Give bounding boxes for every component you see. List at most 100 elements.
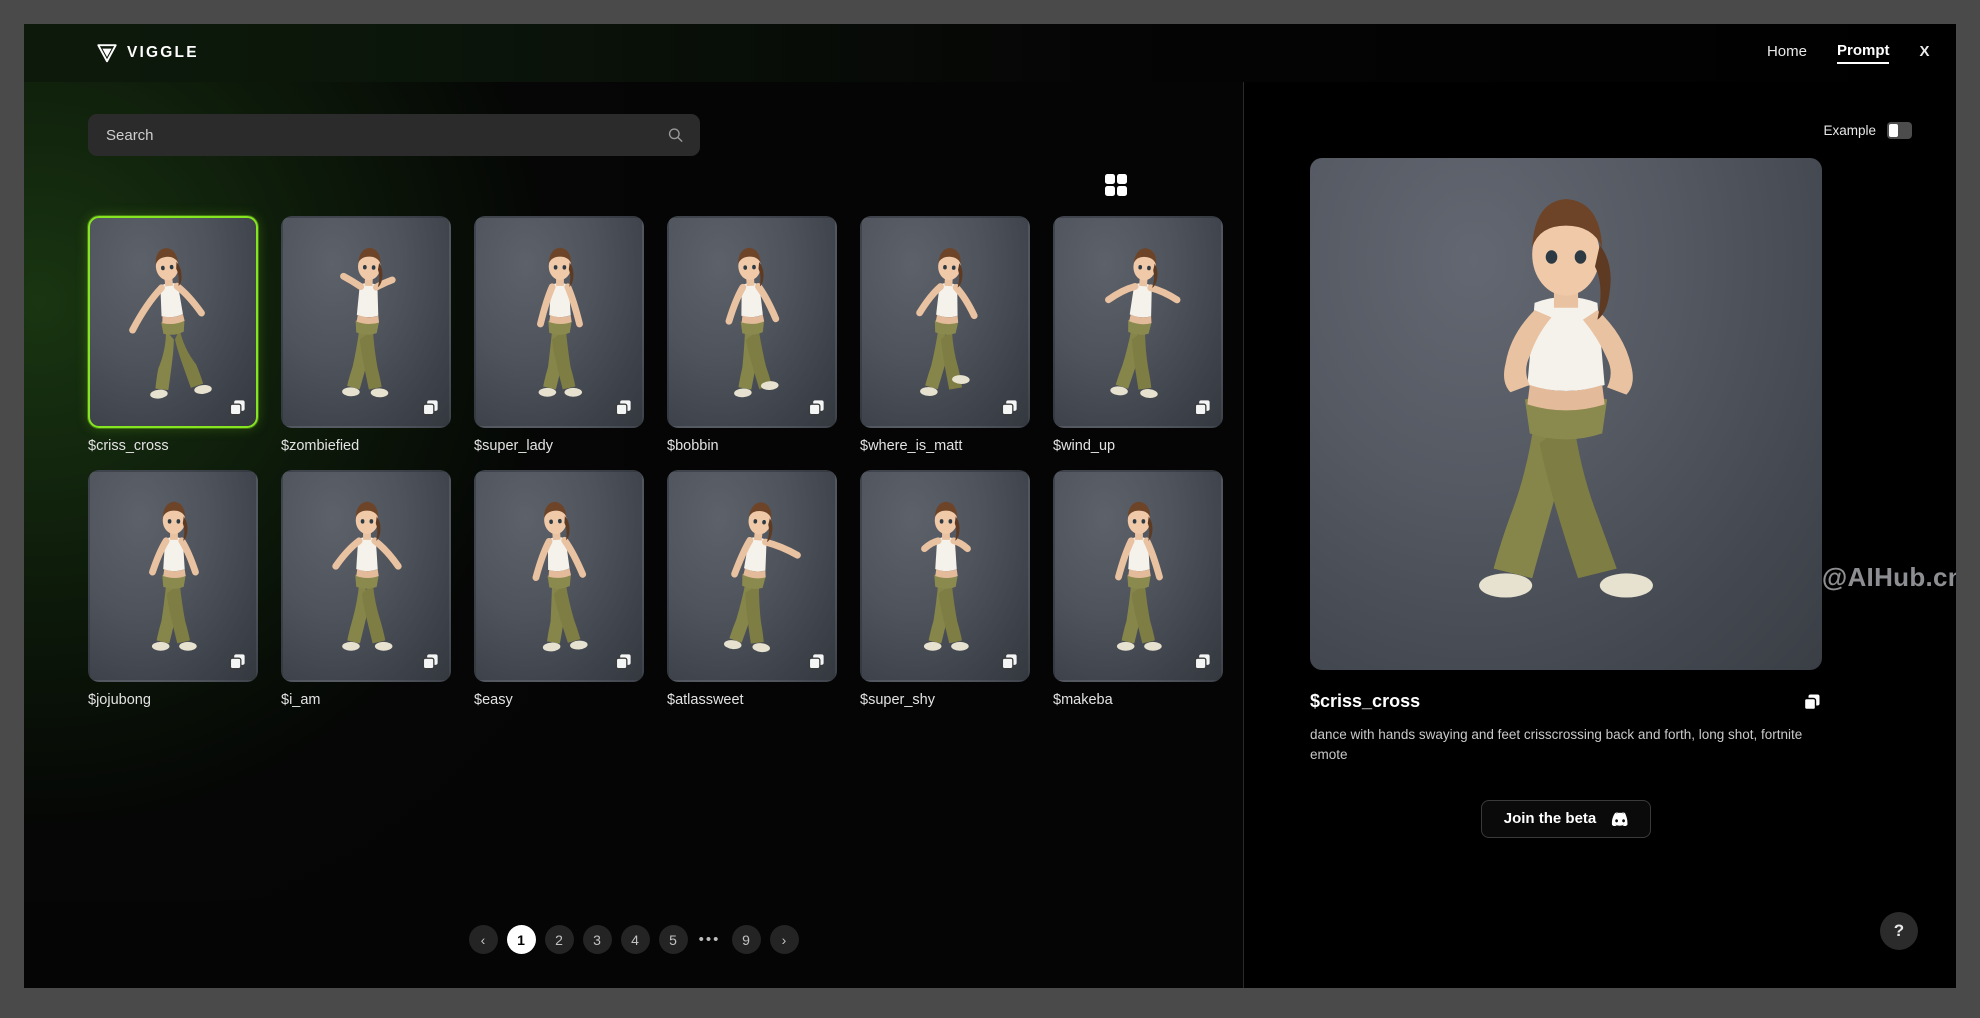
copy-icon[interactable] — [1000, 398, 1019, 417]
motion-card[interactable]: $jojubong — [88, 470, 258, 708]
motion-card-label: $wind_up — [1053, 438, 1223, 454]
character-figure — [90, 472, 256, 680]
copy-icon[interactable] — [421, 398, 440, 417]
detail-pane: Example — [1244, 82, 1956, 988]
pagination-prev[interactable]: ‹ — [469, 925, 498, 954]
character-preview-illustration — [1310, 158, 1822, 670]
copy-icon[interactable] — [228, 398, 247, 417]
motion-thumbnail[interactable] — [667, 470, 837, 682]
viggle-triangle-logo-icon — [96, 42, 118, 64]
motion-thumbnail[interactable] — [474, 470, 644, 682]
motion-card[interactable]: $easy — [474, 470, 644, 708]
motion-card[interactable]: $wind_up — [1053, 216, 1223, 454]
app-window: VIGGLE Home Prompt X — [24, 24, 1956, 988]
pagination-page-1[interactable]: 1 — [507, 925, 536, 954]
preview-image[interactable] — [1310, 158, 1822, 670]
motion-card-label: $atlassweet — [667, 692, 837, 708]
character-figure — [669, 218, 835, 426]
motion-thumbnail[interactable] — [1053, 470, 1223, 682]
copy-icon[interactable] — [807, 652, 826, 671]
motion-card[interactable]: $i_am — [281, 470, 451, 708]
copy-icon[interactable] — [614, 652, 633, 671]
pagination: ‹ 1 2 3 4 5 ••• 9 › — [24, 925, 1243, 954]
copy-icon[interactable] — [228, 652, 247, 671]
copy-icon[interactable] — [1193, 652, 1212, 671]
main-nav: Home Prompt X — [1767, 42, 1930, 64]
pagination-page-2[interactable]: 2 — [545, 925, 574, 954]
motion-thumbnail[interactable] — [860, 216, 1030, 428]
character-illustration — [283, 472, 449, 680]
motion-card[interactable]: $bobbin — [667, 216, 837, 454]
browser-pane: $criss_cross $zombiefied — [24, 82, 1244, 988]
character-figure — [862, 218, 1028, 426]
pagination-ellipsis: ••• — [697, 931, 723, 948]
copy-icon[interactable] — [614, 398, 633, 417]
copy-icon[interactable] — [1193, 398, 1212, 417]
motion-card-grid: $criss_cross $zombiefied — [88, 216, 1203, 708]
motion-card[interactable]: $makeba — [1053, 470, 1223, 708]
figure-group — [531, 500, 588, 652]
pagination-page-4[interactable]: 4 — [621, 925, 650, 954]
pagination-page-5[interactable]: 5 — [659, 925, 688, 954]
grid-cell — [1117, 186, 1127, 196]
pagination-page-last[interactable]: 9 — [732, 925, 761, 954]
motion-card[interactable]: $super_shy — [860, 470, 1030, 708]
figure-group — [124, 245, 212, 401]
pagination-next[interactable]: › — [770, 925, 799, 954]
nav-link-home[interactable]: Home — [1767, 43, 1807, 63]
character-figure — [1055, 218, 1221, 426]
brand-name: VIGGLE — [127, 44, 199, 62]
character-figure — [476, 218, 642, 426]
nav-link-x[interactable]: X — [1919, 43, 1930, 63]
character-illustration — [862, 218, 1028, 426]
motion-thumbnail[interactable] — [281, 216, 451, 428]
figure-group — [1117, 502, 1162, 651]
search-input[interactable] — [88, 114, 700, 156]
motion-card-label: $where_is_matt — [860, 438, 1030, 454]
motion-card[interactable]: $where_is_matt — [860, 216, 1030, 454]
motion-card-label: $i_am — [281, 692, 451, 708]
join-beta-button[interactable]: Join the beta — [1481, 800, 1652, 838]
search-icon[interactable] — [667, 127, 684, 144]
grid-cell — [1117, 174, 1127, 184]
detail-description: dance with hands swaying and feet crissc… — [1310, 725, 1822, 766]
help-button[interactable]: ? — [1880, 912, 1918, 950]
discord-icon — [1609, 811, 1628, 826]
figure-group — [924, 502, 969, 651]
figure-group — [336, 502, 398, 651]
character-figure — [862, 472, 1028, 680]
motion-card[interactable]: $super_lady — [474, 216, 644, 454]
brand-logo[interactable]: VIGGLE — [96, 42, 199, 64]
nav-link-prompt[interactable]: Prompt — [1837, 42, 1890, 64]
copy-icon[interactable] — [421, 652, 440, 671]
motion-thumbnail[interactable] — [667, 216, 837, 428]
pagination-page-3[interactable]: 3 — [583, 925, 612, 954]
motion-thumbnail[interactable] — [88, 216, 258, 428]
copy-icon[interactable] — [807, 398, 826, 417]
example-toggle[interactable] — [1887, 122, 1912, 139]
motion-card-label: $jojubong — [88, 692, 258, 708]
motion-thumbnail[interactable] — [474, 216, 644, 428]
motion-thumbnail[interactable] — [860, 470, 1030, 682]
motion-card-label: $bobbin — [667, 438, 837, 454]
character-illustration — [90, 218, 256, 426]
character-figure — [669, 472, 835, 680]
motion-thumbnail[interactable] — [281, 470, 451, 682]
motion-card-label: $super_lady — [474, 438, 644, 454]
motion-thumbnail[interactable] — [1053, 216, 1223, 428]
motion-card[interactable]: $zombiefied — [281, 216, 451, 454]
grid-toolbar — [88, 174, 1203, 204]
motion-card[interactable]: $criss_cross — [88, 216, 258, 454]
figure-group — [339, 247, 393, 398]
copy-icon[interactable] — [1000, 652, 1019, 671]
character-figure — [283, 218, 449, 426]
character-illustration — [283, 218, 449, 426]
grid-view-icon[interactable] — [1105, 174, 1127, 196]
figure-group — [915, 247, 977, 399]
body-split: $criss_cross $zombiefied — [24, 82, 1956, 988]
detail-title-row: $criss_cross — [1310, 691, 1822, 712]
copy-icon[interactable] — [1802, 692, 1822, 712]
motion-card[interactable]: $atlassweet — [667, 470, 837, 708]
character-illustration — [476, 472, 642, 680]
motion-thumbnail[interactable] — [88, 470, 258, 682]
